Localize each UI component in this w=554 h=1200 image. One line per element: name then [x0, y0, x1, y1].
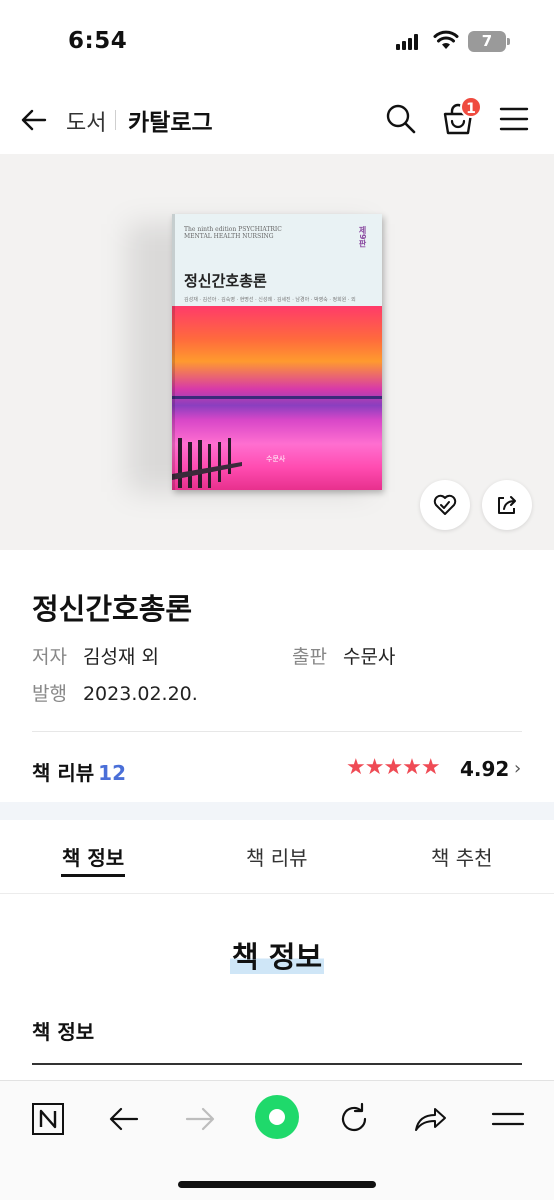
browser-menu-icon[interactable] — [488, 1099, 528, 1139]
book-cover-area: The ninth edition PSYCHIATRIC MENTAL HEA… — [0, 154, 554, 550]
back-arrow-icon[interactable] — [18, 104, 50, 136]
publisher-value: 수문사 — [342, 646, 396, 668]
section-heading: 책 정보 — [0, 934, 554, 976]
book-info: 정신간호총론 저자 김성재 외 출판 수문사 발행 2023.02.20. 책 리뷰 1… — [0, 550, 554, 802]
cover-edition: 제9판 — [358, 226, 367, 248]
tab-book-review[interactable]: 책 리뷰 — [246, 842, 308, 871]
cover-pier — [172, 438, 242, 488]
review-label-group: 책 리뷰 12 — [32, 757, 126, 786]
browser-forward-icon — [185, 1107, 215, 1131]
cover-authors: 김성재 · 김선아 · 김숙영 · 현명선 · 신성례 · 김세진 · 남경아 … — [184, 297, 356, 303]
book-title: 정신간호총론 — [32, 592, 193, 626]
cover-english-subtitle: The ninth edition PSYCHIATRIC MENTAL HEA… — [184, 226, 282, 240]
search-icon[interactable] — [384, 102, 418, 136]
breadcrumb-divider — [115, 110, 116, 130]
tab-book-recommend[interactable]: 책 추천 — [431, 842, 493, 871]
book-cover-image[interactable]: The ninth edition PSYCHIATRIC MENTAL HEA… — [172, 214, 382, 490]
battery-icon: 7 — [468, 31, 506, 52]
share-icon — [498, 496, 516, 514]
naver-n-icon[interactable] — [28, 1099, 68, 1139]
share-button[interactable] — [482, 480, 532, 530]
date-row: 발행 2023.02.20. — [32, 679, 198, 706]
section-gap — [0, 802, 554, 820]
publisher-row: 출판 수문사 — [292, 642, 395, 669]
heart-check-icon — [433, 494, 457, 515]
date-label: 발행 — [32, 683, 67, 705]
page-title: 카탈로그 — [128, 110, 213, 136]
author-value: 김성재 외 — [82, 646, 159, 668]
publisher-label: 출판 — [292, 646, 327, 668]
author-row: 저자 김성재 외 — [32, 642, 159, 669]
date-value: 2023.02.20. — [82, 683, 198, 705]
hamburger-menu-icon[interactable] — [498, 104, 530, 134]
home-indicator — [178, 1181, 376, 1188]
chevron-right-icon: › — [514, 758, 522, 779]
detail-tabs: 책 정보 책 리뷰 책 추천 — [0, 820, 554, 894]
review-summary-link[interactable]: 책 리뷰 12 ★★★★★ 4.92 › — [32, 755, 524, 787]
subsection-rule — [32, 1063, 522, 1065]
breadcrumb[interactable]: 도서 — [66, 105, 106, 137]
browser-back-icon[interactable] — [104, 1099, 144, 1139]
wifi-icon — [433, 30, 459, 49]
app-header: 도서 카탈로그 1 — [0, 88, 554, 150]
cover-horizon — [172, 396, 382, 399]
rating-score: 4.92 — [460, 757, 510, 781]
review-count: 12 — [98, 761, 127, 785]
cover-sunset-photo: 수문사 — [172, 306, 382, 490]
star-rating-icon: ★★★★★ — [346, 755, 441, 780]
tab-book-info[interactable]: 책 정보 — [62, 842, 124, 871]
review-label: 책 리뷰 — [32, 761, 95, 785]
cover-spine-edge — [172, 214, 175, 490]
subsection-heading: 책 정보 — [32, 1020, 95, 1044]
cellular-signal-icon — [396, 34, 422, 50]
active-tab-indicator — [61, 874, 125, 877]
status-bar: 6:54 7 — [0, 0, 554, 80]
cart-count-badge: 1 — [460, 96, 482, 118]
section-heading-text: 책 정보 — [229, 940, 325, 974]
cover-publisher-logo: 수문사 — [266, 455, 286, 463]
browser-share-icon[interactable] — [410, 1099, 450, 1139]
author-label: 저자 — [32, 646, 67, 668]
wishlist-button[interactable] — [420, 480, 470, 530]
info-divider — [32, 731, 522, 732]
status-time: 6:54 — [68, 28, 128, 54]
home-dot-icon[interactable] — [255, 1095, 299, 1139]
reload-icon[interactable] — [334, 1099, 374, 1139]
battery-tip — [507, 38, 510, 45]
cover-title: 정신간호총론 — [184, 272, 267, 290]
